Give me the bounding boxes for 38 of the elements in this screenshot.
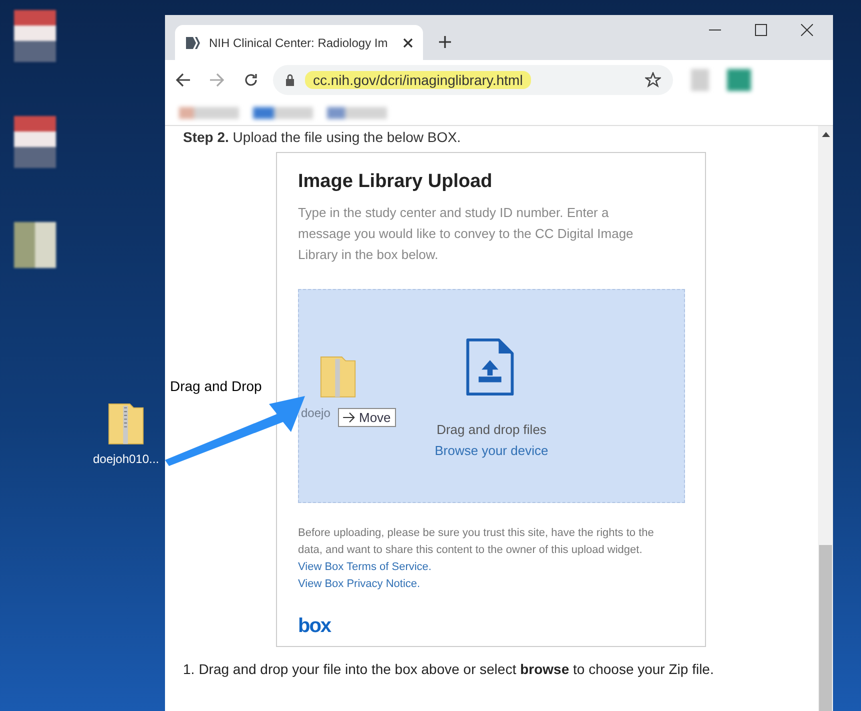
notice-text: Before uploading, please be sure you trust this site, have the rights to the data, and want to share this content to the owner of this upload widget.: [298, 526, 655, 558]
close-icon[interactable]: [403, 38, 413, 48]
step-heading: Step 2. Upload the file using the below BOX.: [183, 128, 462, 146]
browser-tab[interactable]: NIH Clinical Center: Radiology Im: [175, 25, 423, 60]
blurred-desktop-icon[interactable]: [14, 116, 56, 168]
address-bar[interactable]: cc.nih.gov/dcri/imaginglibrary.html: [273, 65, 673, 95]
scroll-up-icon[interactable]: [822, 132, 830, 137]
url-text: cc.nih.gov/dcri/imaginglibrary.html: [305, 71, 531, 89]
maximize-icon[interactable]: [755, 24, 767, 36]
box-logo: box: [298, 615, 332, 638]
lock-icon: [285, 74, 295, 86]
widget-title: Image Library Upload: [298, 171, 494, 193]
instruction-text: Drag and drop your file into the box above or select browse to choose your Zip file.: [198, 661, 714, 677]
arrow-icon: [343, 412, 356, 423]
star-icon[interactable]: [645, 72, 661, 88]
new-tab-icon[interactable]: [439, 36, 451, 48]
file-upload-icon: [464, 338, 514, 396]
policy-link[interactable]: View Box Terms of Service.: [298, 559, 685, 576]
favicon-icon: [185, 34, 201, 50]
close-icon[interactable]: [801, 24, 813, 36]
blurred-bookmark[interactable]: [327, 106, 387, 118]
drop-zone[interactable]: doejo Move Drag and drop files Browse your device: [298, 289, 685, 503]
blurred-bookmark[interactable]: [253, 106, 313, 118]
tab-title: NIH Clinical Center: Radiology Im: [209, 36, 389, 50]
blurred-desktop-icon[interactable]: [14, 10, 56, 62]
widget-description: Type in the study center and study ID number. Enter a message you would like to convey to the CC Digital Image Library in the box below.: [298, 204, 634, 264]
reload-icon[interactable]: [243, 72, 259, 88]
drag-action: Move: [359, 410, 391, 425]
back-icon[interactable]: [175, 72, 191, 88]
file-name: doejo: [301, 406, 330, 420]
annotation-label: Drag and Drop: [170, 378, 262, 394]
list-number: 1.: [183, 661, 195, 677]
drop-prompt: Drag and drop files: [436, 422, 546, 437]
policy-link[interactable]: View Box Privacy Notice.: [298, 576, 685, 593]
file-name: doejoh010...: [92, 452, 160, 466]
browse-link[interactable]: Browse your device: [434, 443, 548, 458]
blurred-desktop-icon[interactable]: [14, 222, 56, 268]
scrollbar-thumb[interactable]: [819, 545, 832, 711]
